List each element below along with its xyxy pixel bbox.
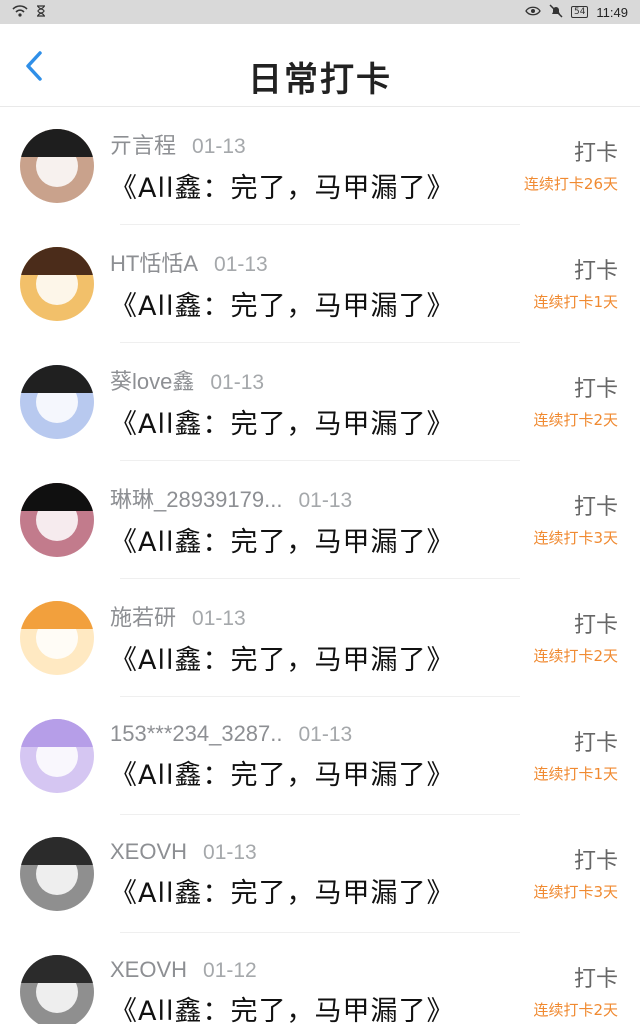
checkin-button[interactable]: 打卡 — [574, 607, 618, 639]
username[interactable]: HT恬恬A — [110, 246, 198, 278]
list-item[interactable]: 153***234_3287.. 01-13 《All鑫：完了，马甲漏了》 打卡 连续打… — [0, 697, 640, 815]
item-right: 打卡连续打卡2天 — [533, 961, 618, 1020]
checkin-date: 01-13 — [203, 840, 257, 864]
checkin-button[interactable]: 打卡 — [574, 725, 618, 757]
streak-badge: 连续打卡26天 — [523, 175, 618, 193]
username[interactable]: XEOVH — [110, 957, 187, 983]
checkin-date: 01-13 — [192, 606, 246, 630]
username[interactable]: 琳琳_28939179... — [110, 482, 282, 514]
avatar[interactable] — [20, 129, 94, 203]
item-right: 打卡连续打卡2天 — [533, 607, 618, 666]
item-right: 打卡连续打卡2天 — [533, 371, 618, 430]
checkin-button[interactable]: 打卡 — [574, 371, 618, 403]
list-item[interactable]: 琳琳_28939179... 01-13 《All鑫：完了，马甲漏了》 打卡 连续打卡3… — [0, 461, 640, 579]
streak-badge: 连续打卡2天 — [533, 647, 618, 665]
avatar-hair — [20, 955, 94, 983]
checkin-button[interactable]: 打卡 — [574, 135, 618, 167]
list-item[interactable]: 葵love鑫 01-13 《All鑫：完了，马甲漏了》 打卡 连续打卡2天 — [0, 343, 640, 461]
username[interactable]: 葵love鑫 — [110, 364, 194, 396]
streak-badge: 连续打卡1天 — [533, 765, 618, 783]
item-right: 打卡连续打卡1天 — [533, 253, 618, 312]
item-right: 打卡连续打卡1天 — [533, 725, 618, 784]
page-title: 日常打卡 — [248, 60, 392, 100]
avatar-hair — [20, 719, 94, 747]
status-time: 11:49 — [596, 4, 628, 20]
checkin-date: 01-13 — [210, 370, 265, 394]
list-item[interactable]: 施若研 01-13 《All鑫：完了，马甲漏了》 打卡 连续打卡2天 — [0, 579, 640, 697]
checkin-button[interactable]: 打卡 — [574, 253, 618, 285]
checkin-date: 01-13 — [298, 722, 353, 746]
avatar[interactable] — [20, 365, 94, 439]
top-header: 日常打卡 — [0, 24, 640, 107]
hourglass-icon — [36, 4, 46, 20]
list-item[interactable]: XEOVH 01-13 《All鑫：完了，马甲漏了》 打卡 连续打卡3天 — [0, 815, 640, 933]
avatar[interactable] — [20, 601, 94, 675]
checkin-button[interactable]: 打卡 — [574, 961, 618, 993]
streak-badge: 连续打卡2天 — [533, 411, 618, 429]
avatar-hair — [20, 365, 94, 393]
item-right: 打卡连续打卡3天 — [533, 843, 618, 902]
battery-indicator: 54 — [570, 6, 589, 18]
avatar[interactable] — [20, 955, 94, 1024]
checkin-list: 亓言程 01-13 《All鑫：完了，马甲漏了》 打卡 连续打卡26天 HT恬恬A 01-1… — [0, 107, 640, 1024]
streak-badge: 连续打卡3天 — [533, 529, 618, 547]
streak-badge: 连续打卡2天 — [533, 1001, 618, 1019]
checkin-date: 01-13 — [298, 488, 353, 512]
mute-bell-icon — [549, 3, 563, 21]
eye-icon — [525, 5, 541, 20]
status-left — [12, 4, 46, 20]
username[interactable]: 153***234_3287.. — [110, 721, 283, 747]
avatar[interactable] — [20, 483, 94, 557]
wifi-icon — [12, 4, 28, 20]
username[interactable]: 施若研 — [110, 600, 176, 632]
item-right: 打卡连续打卡26天 — [524, 135, 618, 194]
checkin-date: 01-12 — [203, 958, 257, 982]
list-item[interactable]: 亓言程 01-13 《All鑫：完了，马甲漏了》 打卡 连续打卡26天 — [0, 107, 640, 225]
checkin-button[interactable]: 打卡 — [574, 843, 618, 875]
status-right: 54 11:49 — [525, 3, 628, 21]
list-item[interactable]: HT恬恬A 01-13 《All鑫：完了，马甲漏了》 打卡 连续打卡1天 — [0, 225, 640, 343]
username[interactable]: XEOVH — [110, 839, 187, 865]
username[interactable]: 亓言程 — [110, 128, 176, 160]
avatar-hair — [20, 247, 94, 275]
checkin-date: 01-13 — [214, 252, 268, 276]
avatar[interactable] — [20, 719, 94, 793]
streak-badge: 连续打卡3天 — [533, 883, 618, 901]
checkin-button[interactable]: 打卡 — [574, 489, 618, 521]
avatar-hair — [20, 837, 94, 865]
checkin-date: 01-13 — [192, 134, 246, 158]
avatar-hair — [20, 483, 94, 511]
avatar-hair — [20, 601, 94, 629]
avatar-hair — [20, 129, 94, 157]
avatar[interactable] — [20, 837, 94, 911]
status-bar: 54 11:49 — [0, 0, 640, 24]
avatar[interactable] — [20, 247, 94, 321]
item-right: 打卡连续打卡3天 — [533, 489, 618, 548]
list-item[interactable]: XEOVH 01-12 《All鑫：完了，马甲漏了》 打卡 连续打卡2天 — [0, 933, 640, 1024]
streak-badge: 连续打卡1天 — [533, 293, 618, 311]
